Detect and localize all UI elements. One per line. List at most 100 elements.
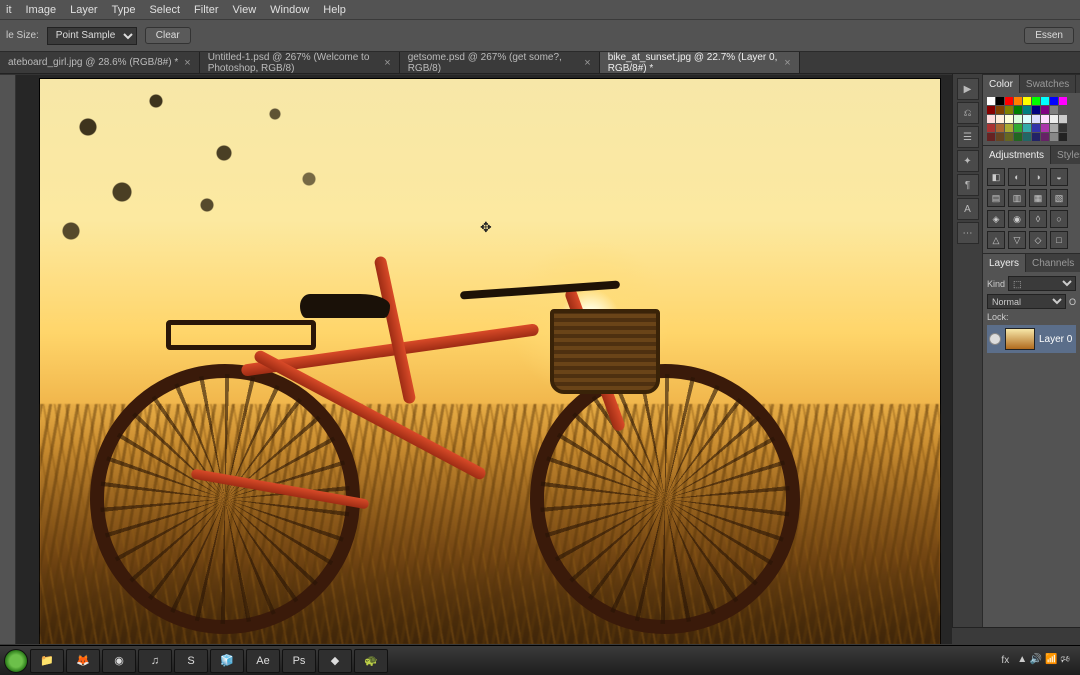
swatch[interactable] [1041, 133, 1049, 141]
taskbar-app-photoshop[interactable]: Ps [282, 649, 316, 673]
swatch[interactable] [1005, 133, 1013, 141]
swatch[interactable] [987, 106, 995, 114]
expand-icon[interactable]: ▶ [957, 78, 979, 100]
paragraph-icon[interactable]: ¶ [957, 174, 979, 196]
swatch[interactable] [1023, 133, 1031, 141]
swatch[interactable] [996, 97, 1004, 105]
swatch[interactable] [1023, 115, 1031, 123]
adjustment-icon[interactable]: ▤ [987, 189, 1005, 207]
clear-button[interactable]: Clear [145, 27, 191, 44]
menu-item[interactable]: Layer [70, 4, 98, 16]
swatch[interactable] [1059, 106, 1067, 114]
swatch[interactable] [1032, 124, 1040, 132]
more-icon[interactable]: ⋯ [957, 222, 979, 244]
close-icon[interactable]: × [184, 57, 190, 69]
adjustment-icon[interactable]: □ [1050, 231, 1068, 249]
swatch[interactable] [1041, 115, 1049, 123]
menu-item[interactable]: Help [323, 4, 346, 16]
swatch[interactable] [996, 115, 1004, 123]
blend-mode-select[interactable]: Normal [987, 294, 1066, 309]
adjustment-icon[interactable]: ◈ [987, 210, 1005, 228]
adjustment-icon[interactable]: ◐ [1008, 168, 1026, 186]
swatch[interactable] [1005, 106, 1013, 114]
swatch[interactable] [987, 124, 995, 132]
taskbar-app[interactable]: S [174, 649, 208, 673]
swatch[interactable] [1014, 124, 1022, 132]
tab-styles[interactable]: Styles [1051, 146, 1080, 164]
swatch[interactable] [1023, 106, 1031, 114]
tab-channels[interactable]: Channels [1026, 254, 1080, 272]
menu-item[interactable]: Type [112, 4, 136, 16]
ruler-vertical[interactable] [0, 75, 16, 644]
layer-thumbnail[interactable] [1005, 328, 1035, 350]
layer-row[interactable]: Layer 0 [987, 325, 1076, 353]
swatch[interactable] [1050, 106, 1058, 114]
adjustment-icon[interactable]: ◉ [1008, 210, 1026, 228]
menu-item[interactable]: Window [270, 4, 309, 16]
swatch[interactable] [1041, 124, 1049, 132]
document-tab[interactable]: Untitled-1.psd @ 267% (Welcome to Photos… [200, 52, 400, 73]
swatch[interactable] [1014, 115, 1022, 123]
swatch[interactable] [1050, 133, 1058, 141]
workspace-switcher[interactable]: Essen [1024, 27, 1074, 44]
swatch[interactable] [1059, 115, 1067, 123]
system-tray[interactable]: fx ▲ 🔊 📶 🕫 [1001, 652, 1076, 669]
adjustment-icon[interactable]: ◇ [1029, 231, 1047, 249]
swatch[interactable] [1059, 124, 1067, 132]
close-icon[interactable]: × [784, 57, 790, 69]
swatch[interactable] [1059, 97, 1067, 105]
adjustment-icon[interactable]: ▧ [1050, 189, 1068, 207]
brush-icon[interactable]: ✦ [957, 150, 979, 172]
adjustment-icon[interactable]: △ [987, 231, 1005, 249]
properties-icon[interactable]: ☰ [957, 126, 979, 148]
swatch[interactable] [987, 115, 995, 123]
tab-layers[interactable]: Layers [983, 254, 1026, 272]
swatch[interactable] [1014, 106, 1022, 114]
swatch[interactable] [1041, 106, 1049, 114]
taskbar-app[interactable]: 🦊 [66, 649, 100, 673]
sample-size-select[interactable]: Point Sample [47, 27, 137, 45]
adjustment-icon[interactable]: ▥ [1008, 189, 1026, 207]
swatch[interactable] [1014, 97, 1022, 105]
menu-item[interactable]: Filter [194, 4, 218, 16]
adjustment-icon[interactable]: ▦ [1029, 189, 1047, 207]
adjustment-icon[interactable]: ◊ [1029, 210, 1047, 228]
document-tab-active[interactable]: bike_at_sunset.jpg @ 22.7% (Layer 0, RGB… [600, 52, 800, 73]
taskbar-app[interactable]: Ae [246, 649, 280, 673]
menu-item[interactable]: Image [26, 4, 57, 16]
swatch[interactable] [1032, 97, 1040, 105]
swatch[interactable] [1023, 124, 1031, 132]
swatch[interactable] [1032, 106, 1040, 114]
swatch[interactable] [996, 133, 1004, 141]
adjustment-icon[interactable]: ◧ [987, 168, 1005, 186]
taskbar-app[interactable]: 🧊 [210, 649, 244, 673]
swatch[interactable] [987, 133, 995, 141]
tab-swatches[interactable]: Swatches [1020, 75, 1076, 93]
close-icon[interactable]: × [384, 57, 390, 69]
swatch[interactable] [1005, 115, 1013, 123]
visibility-icon[interactable] [989, 333, 1001, 345]
document-tab[interactable]: ateboard_girl.jpg @ 28.6% (RGB/8#) *× [0, 52, 200, 73]
menu-item[interactable]: Select [149, 4, 180, 16]
adjustment-icon[interactable]: ◑ [1029, 168, 1047, 186]
swatch[interactable] [1014, 133, 1022, 141]
tab-adjustments[interactable]: Adjustments [983, 146, 1051, 164]
menu-item[interactable]: it [6, 4, 12, 16]
adjustment-icon[interactable]: ▽ [1008, 231, 1026, 249]
kind-filter[interactable]: ⬚ [1008, 276, 1076, 291]
swatch[interactable] [1050, 124, 1058, 132]
tray-icons[interactable]: ▲ 🔊 📶 🕫 [1017, 652, 1070, 669]
adjustment-icon[interactable]: ○ [1050, 210, 1068, 228]
swatch[interactable] [1059, 133, 1067, 141]
start-button[interactable] [4, 649, 28, 673]
history-icon[interactable]: ⎌ [957, 102, 979, 124]
character-icon[interactable]: A [957, 198, 979, 220]
document-tab[interactable]: getsome.psd @ 267% (get some?, RGB/8)× [400, 52, 600, 73]
close-icon[interactable]: × [584, 57, 590, 69]
adjustment-icon[interactable]: ◒ [1050, 168, 1068, 186]
menu-item[interactable]: View [233, 4, 257, 16]
swatch[interactable] [996, 124, 1004, 132]
swatch[interactable] [1050, 115, 1058, 123]
swatch[interactable] [987, 97, 995, 105]
taskbar-app[interactable]: 🐢 [354, 649, 388, 673]
